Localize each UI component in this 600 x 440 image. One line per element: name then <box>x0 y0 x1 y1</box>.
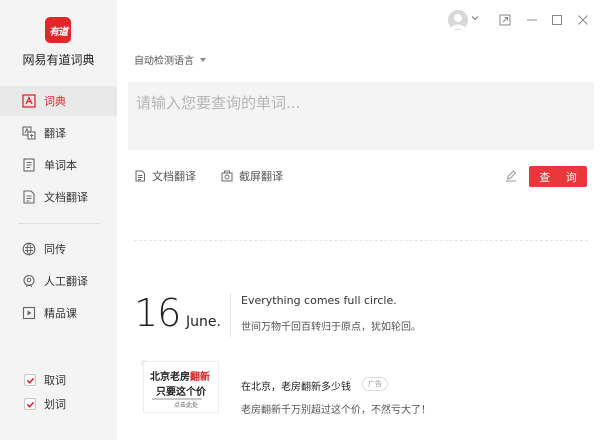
human-translation-icon <box>23 274 35 288</box>
app-logo-text: 有道 <box>49 26 68 38</box>
user-avatar[interactable] <box>448 10 468 30</box>
screenshot-translate-button[interactable]: 截屏翻译 <box>221 169 283 183</box>
checkbox[interactable] <box>24 374 36 386</box>
ad-title[interactable]: 在北京，老房翻新多少钱 <box>241 378 351 393</box>
maximize-button[interactable] <box>548 11 566 29</box>
ad-image-text: 北京老房 <box>150 372 190 383</box>
language-select-value: 自动检测语言 <box>134 56 194 67</box>
sidebar-item-human-translation[interactable]: 人工翻译 <box>0 266 117 296</box>
sidebar-divider <box>18 223 100 224</box>
checkmark-icon <box>26 401 34 408</box>
daily-month: June. <box>186 314 221 330</box>
caret-down-icon <box>200 57 206 62</box>
translate-icon <box>22 126 36 140</box>
sidebar-item-translate[interactable]: 翻译 <box>0 118 117 148</box>
sidebar-item-label: 词典 <box>44 95 66 108</box>
document-translate-label: 文档翻译 <box>152 170 196 183</box>
app-name: 网易有道词典 <box>22 53 95 67</box>
close-button[interactable] <box>574 11 592 29</box>
app-logo: 有道 <box>45 17 71 43</box>
ad-image[interactable]: 北京老房翻新 只要这个价 点击此处 <box>143 361 219 413</box>
close-icon <box>578 15 588 25</box>
sidebar-item-document-translate[interactable]: 文档翻译 <box>0 182 117 212</box>
ad-image-line2: 只要这个价 <box>156 387 206 398</box>
dictionary-icon <box>22 94 36 108</box>
document-translate-button[interactable]: 文档翻译 <box>134 169 196 183</box>
screenshot-icon <box>221 170 233 182</box>
minimize-icon <box>527 19 537 21</box>
edit-icon[interactable] <box>504 169 518 183</box>
mini-mode-button[interactable] <box>496 11 514 29</box>
sidebar-item-course[interactable]: 精品课 <box>0 298 117 328</box>
checkbox[interactable] <box>24 398 36 410</box>
sidebar-item-simultaneous[interactable]: 同传 <box>0 234 117 264</box>
screenshot-translate-label: 截屏翻译 <box>239 170 283 183</box>
ad-badge: 广告 <box>362 377 388 391</box>
search-input[interactable] <box>128 82 594 150</box>
minimize-button[interactable] <box>523 11 541 29</box>
checkmark-icon <box>26 377 34 384</box>
course-icon <box>22 306 36 320</box>
document-icon <box>135 170 145 182</box>
daily-day: 16 <box>134 291 181 335</box>
maximize-icon <box>552 15 562 25</box>
sidebar-item-label: 精品课 <box>44 307 77 320</box>
sidebar: 有道 网易有道词典 词典 翻译 单词本 文档翻译 同传 人工翻译 精品课 取词 … <box>0 0 117 440</box>
query-button[interactable]: 查 询 <box>529 166 587 187</box>
sidebar-item-label: 人工翻译 <box>44 275 88 288</box>
ad-image-text-highlight: 翻新 <box>190 372 210 383</box>
ad-image-line1: 北京老房翻新 <box>150 368 210 383</box>
sidebar-item-label: 同传 <box>44 243 66 256</box>
sidebar-item-dictionary[interactable]: 词典 <box>0 86 117 116</box>
language-select[interactable]: 自动检测语言 <box>134 52 206 67</box>
sidebar-item-wordbook[interactable]: 单词本 <box>0 150 117 180</box>
document-translate-icon <box>23 190 35 204</box>
wordbook-icon <box>23 158 35 172</box>
ad-image-line3: 点击此处 <box>174 402 199 409</box>
ad-subtitle[interactable]: 老房翻新千万别超过这个价，不然亏大了！ <box>241 401 431 416</box>
checkbox-label: 取词 <box>44 374 66 387</box>
daily-divider <box>230 293 231 337</box>
user-icon <box>450 14 466 29</box>
daily-quote-english[interactable]: Everything comes full circle. <box>241 294 397 307</box>
sidebar-item-label: 单词本 <box>44 159 77 172</box>
checkbox-select-word[interactable]: 划词 <box>0 394 117 414</box>
checkbox-label: 划词 <box>44 398 66 411</box>
simultaneous-interpretation-icon <box>22 242 36 256</box>
sidebar-item-label: 文档翻译 <box>44 191 88 204</box>
daily-quote-chinese[interactable]: 世间万物千回百转归于原点，犹如轮回。 <box>241 318 421 333</box>
section-divider <box>134 240 588 241</box>
checkbox-capture-word[interactable]: 取词 <box>0 370 117 390</box>
sidebar-item-label: 翻译 <box>44 127 66 140</box>
chevron-down-icon[interactable] <box>471 14 479 22</box>
mini-mode-icon <box>499 14 511 26</box>
